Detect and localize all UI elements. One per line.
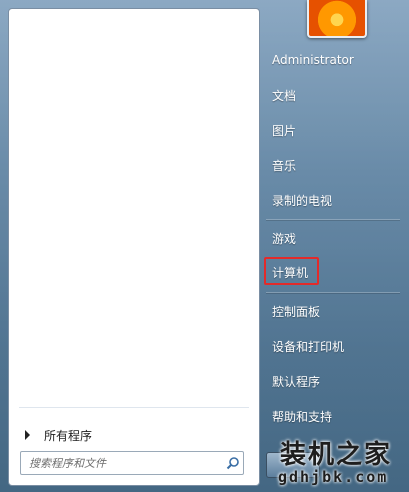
games-label: 游戏 [272,231,297,246]
programs-divider [19,407,249,408]
all-programs-label: 所有程序 [44,428,93,443]
devices-printers-link[interactable]: 设备和打印机 [266,333,402,359]
user-avatar[interactable] [307,0,367,38]
recorded-tv-link[interactable]: 录制的电视 [266,187,402,213]
search-icon[interactable] [223,453,243,473]
documents-label: 文档 [272,88,297,103]
right-separator-1 [266,219,400,220]
devices-printers-label: 设备和打印机 [272,339,345,354]
music-label: 音乐 [272,158,297,173]
pictures-link[interactable]: 图片 [266,117,402,143]
documents-link[interactable]: 文档 [266,82,402,108]
search-input[interactable] [21,452,223,474]
default-programs-link[interactable]: 默认程序 [266,368,402,394]
right-separator-2 [266,292,400,293]
control-panel-link[interactable]: 控制面板 [266,298,402,324]
search-box[interactable] [20,451,244,475]
pictures-label: 图片 [272,123,297,138]
shutdown-button[interactable] [266,452,320,478]
default-programs-label: 默认程序 [272,374,321,389]
games-link[interactable]: 游戏 [266,225,402,251]
help-support-link[interactable]: 帮助和支持 [266,403,402,429]
music-link[interactable]: 音乐 [266,152,402,178]
help-support-label: 帮助和支持 [272,409,333,424]
computer-highlight-box [264,257,319,285]
user-name-link[interactable]: Administrator [266,47,402,73]
recorded-tv-label: 录制的电视 [272,193,333,208]
arrow-right-icon [25,430,30,440]
user-name-label: Administrator [272,53,354,67]
programs-pane: 所有程序 [8,8,260,486]
control-panel-label: 控制面板 [272,304,321,319]
pinned-programs-list [9,9,259,401]
all-programs-button[interactable]: 所有程序 [17,424,255,446]
